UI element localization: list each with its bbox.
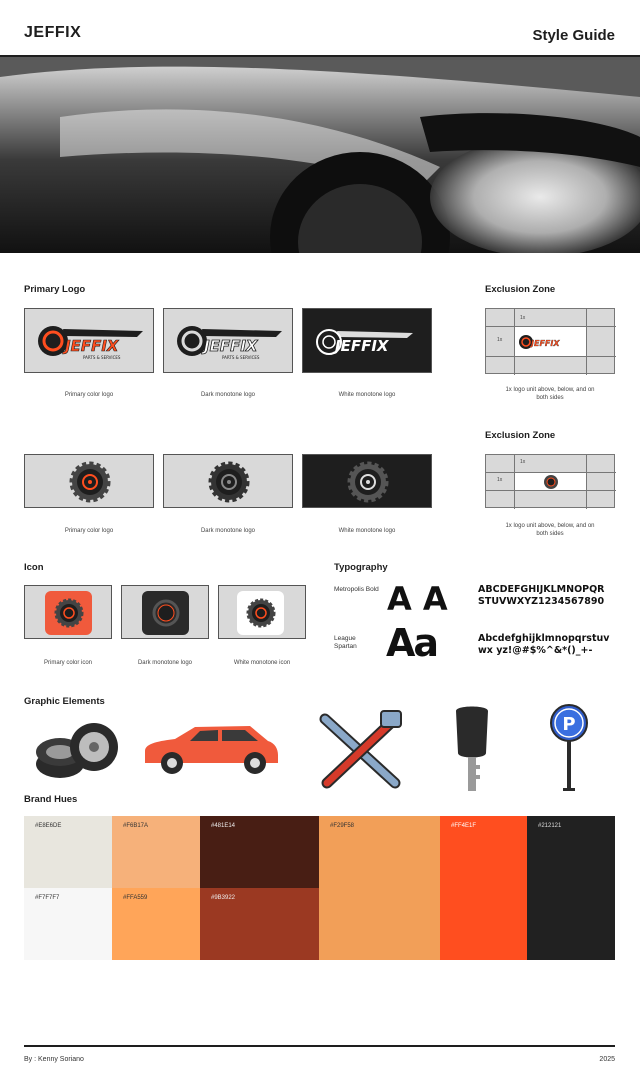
swatch-f6b17a: #F6B17A	[112, 816, 200, 888]
swatch-ff4e1f: #FF4E1F	[440, 816, 527, 960]
exclusion-zone-caption-2: 1x logo unit above, below, and on both s…	[505, 523, 595, 537]
exclusion-zone-diagram: JEFFIX 1x 1x	[485, 308, 616, 375]
caption-dark-monotone-icon: Dark monotone logo	[137, 660, 193, 666]
font-name-league-spartan: League Spartan	[334, 635, 357, 650]
logo-tagline: PARTS & SERVICES	[83, 355, 121, 360]
caption-white-monotone-icon: White monotone icon	[233, 660, 291, 666]
caption-badge-primary: Primary color logo	[64, 528, 114, 534]
white-monotone-icon-tile	[218, 585, 306, 639]
tires-icon	[34, 720, 118, 780]
caption-white-monotone-logo: White monotone logo	[338, 392, 396, 398]
svg-text:JEFFIX: JEFFIX	[529, 339, 560, 348]
graphic-elements-heading: Graphic Elements	[24, 696, 105, 707]
primary-color-logo-tile: JEFFIX PARTS & SERVICES	[24, 308, 154, 373]
brand-name: JEFFIX	[24, 24, 82, 41]
page-title: Style Guide	[532, 27, 615, 44]
unit-label-top: 1x	[520, 315, 526, 321]
unit-label-left: 1x	[497, 337, 503, 343]
logo-wordmark: JEFFIX	[332, 337, 390, 355]
font-lowercase-sample: Abcdefghijklmnopqrstuv wx yz!@#$%^&*()_+…	[478, 633, 610, 656]
caption-dark-monotone-logo: Dark monotone logo	[200, 392, 256, 398]
swatch-212121: #212121	[527, 816, 615, 960]
logo-wordmark: JEFFIX	[62, 337, 120, 355]
exclusion-zone-caption: 1x logo unit above, below, and on both s…	[505, 387, 595, 401]
dark-monotone-logo-tile: JEFFIX PARTS & SERVICES	[163, 308, 293, 373]
app-icon-primary	[45, 591, 92, 635]
font-name-metropolis: Metropolis Bold	[334, 586, 379, 593]
exclusion-zone-diagram-2: 1x 1x	[485, 454, 616, 509]
app-icon-white	[237, 591, 284, 635]
car-icon	[140, 721, 280, 777]
primary-color-icon-tile	[24, 585, 112, 639]
parking-sign-icon: P	[548, 704, 590, 792]
swatch-481e14: #481E14	[200, 816, 319, 888]
footer-divider	[24, 1045, 615, 1047]
font-sample-metropolis: A A	[387, 580, 448, 618]
badge-white-monotone-tile	[302, 454, 432, 508]
app-icon-dark	[142, 591, 189, 635]
icon-heading: Icon	[24, 562, 44, 573]
brand-hues-heading: Brand Hues	[24, 794, 78, 805]
unit-label-top: 1x	[520, 459, 526, 465]
badge-dark-monotone-tile	[163, 454, 293, 508]
swatch-e8e6de: #E8E6DE	[24, 816, 112, 888]
caption-badge-dark: Dark monotone logo	[200, 528, 256, 534]
swatch-ffa559: #FFA559	[112, 888, 200, 960]
font-uppercase-sample: ABCDEFGHIJKLMNOPQR STUVWXYZ1234567890	[478, 584, 605, 607]
parking-letter: P	[562, 714, 575, 735]
primary-logo-heading: Primary Logo	[24, 284, 86, 295]
white-monotone-logo-tile: JEFFIX	[302, 308, 432, 373]
swatch-f7f7f7: #F7F7F7	[24, 888, 112, 960]
tools-icon	[315, 709, 405, 793]
unit-label-left: 1x	[497, 477, 503, 483]
font-sample-league-spartan: Aa	[386, 621, 439, 665]
exclusion-zone-heading: Exclusion Zone	[485, 284, 556, 295]
logo-wordmark: JEFFIX	[201, 337, 259, 355]
caption-primary-color-icon: Primary color icon	[43, 660, 92, 666]
typography-heading: Typography	[334, 562, 388, 573]
hero-car-image	[0, 57, 640, 253]
footer-year: 2025	[599, 1056, 615, 1063]
swatch-f29f58: #F29F58	[319, 816, 440, 960]
exclusion-zone-heading-2: Exclusion Zone	[485, 430, 556, 441]
dark-monotone-icon-tile	[121, 585, 209, 639]
caption-primary-color-logo: Primary color logo	[64, 392, 114, 398]
footer-author: By : Kenny Soriano	[24, 1056, 84, 1063]
brand-hues-palette: #E8E6DE #F6B17A #481E14 #F29F58 #FF4E1F …	[24, 816, 615, 960]
car-key-icon	[452, 703, 492, 793]
swatch-9b3922: #9B3922	[200, 888, 319, 960]
caption-badge-white: White monotone logo	[338, 528, 396, 534]
badge-primary-color-tile	[24, 454, 154, 508]
logo-tagline: PARTS & SERVICES	[222, 355, 260, 360]
